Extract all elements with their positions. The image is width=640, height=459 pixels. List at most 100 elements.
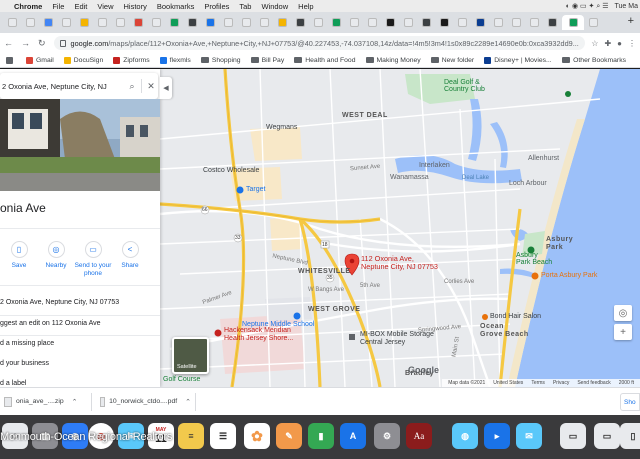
browser-tab[interactable] — [76, 15, 93, 30]
collapse-panel-button[interactable]: ◀ — [160, 77, 172, 99]
browser-tab[interactable] — [562, 15, 584, 30]
pages-icon[interactable]: ✎ — [276, 423, 302, 449]
my-location-button[interactable]: ◎ — [614, 305, 632, 321]
menu-file[interactable]: File — [52, 2, 64, 11]
new-tab-button[interactable]: + — [628, 15, 634, 27]
privacy-link[interactable]: Privacy — [553, 380, 569, 386]
lock-icon[interactable] — [59, 39, 66, 47]
mail-app-icon[interactable]: ✉ — [516, 423, 542, 449]
browser-tab[interactable] — [418, 15, 435, 30]
search-icon[interactable]: ⌕ — [125, 81, 139, 92]
zoom-app-icon[interactable]: ▸ — [484, 423, 510, 449]
document-thumbnail-icon[interactable]: ▭ — [560, 423, 586, 449]
menu-view[interactable]: View — [97, 2, 113, 11]
profile-icon[interactable]: ● — [617, 39, 622, 48]
browser-tab[interactable] — [184, 15, 201, 30]
app-store-icon[interactable]: A — [340, 423, 366, 449]
add-business-link[interactable]: d your business — [0, 360, 49, 367]
dictionary-icon[interactable]: Aa — [406, 423, 432, 449]
browser-tab[interactable] — [58, 15, 75, 30]
status-icons[interactable]: ◐ ◉ ▭ ✦ ⌕ ☰ — [566, 2, 609, 11]
browser-tab[interactable] — [4, 15, 21, 30]
browser-tab[interactable] — [526, 15, 543, 30]
browser-tab[interactable] — [544, 15, 561, 30]
browser-tab[interactable] — [112, 15, 129, 30]
suggest-edit-link[interactable]: ggest an edit on 112 Oxonia Ave — [0, 320, 101, 327]
browser-tab[interactable] — [220, 15, 237, 30]
share-button[interactable]: < Share — [111, 241, 149, 270]
bookmark-disney-plus[interactable]: Disney+ | Movies... — [484, 56, 552, 64]
star-icon[interactable]: ☆ — [591, 39, 598, 48]
chevron-up-icon[interactable]: ⌃ — [72, 398, 78, 406]
reload-icon[interactable]: ↻ — [38, 38, 46, 49]
bookmark-folder-health-food[interactable]: Health and Food — [294, 57, 356, 64]
browser-tab[interactable] — [436, 15, 453, 30]
menu-tab[interactable]: Tab — [239, 2, 251, 11]
browser-tab[interactable] — [238, 15, 255, 30]
add-missing-place-link[interactable]: d a missing place — [0, 340, 54, 347]
notes-icon[interactable]: ≡ — [178, 423, 204, 449]
zoom-in-button[interactable]: + — [614, 324, 632, 340]
photos-icon[interactable]: ✿ — [244, 423, 270, 449]
menu-chrome[interactable]: Chrome — [14, 2, 42, 11]
menu-window[interactable]: Window — [261, 2, 288, 11]
scale-bar[interactable]: 2000 ft — [619, 380, 634, 386]
map-label-portofino[interactable]: Porta Asbury Park — [541, 272, 597, 279]
bookmark-folder-bill-pay[interactable]: Bill Pay — [250, 57, 284, 64]
browser-tab[interactable] — [94, 15, 111, 30]
save-button[interactable]: ▯ Save — [0, 241, 38, 270]
menu-clock[interactable]: Tue Ma — [615, 3, 638, 10]
browser-tab[interactable] — [382, 15, 399, 30]
system-preferences-icon[interactable]: ⚙ — [374, 423, 400, 449]
browser-tab[interactable] — [490, 15, 507, 30]
browser-tab[interactable] — [148, 15, 165, 30]
download-item[interactable]: 10_norwick_ctdo....pdf ⌃ — [96, 392, 196, 411]
show-all-button[interactable]: Sho — [620, 393, 640, 411]
nearby-button[interactable]: ◎ Nearby — [37, 241, 75, 270]
browser-tab[interactable] — [22, 15, 39, 30]
street-view-photo[interactable] — [0, 99, 160, 191]
trash-icon[interactable]: ▯ — [620, 423, 640, 449]
search-input[interactable]: 2 Oxonia Ave, Neptune City, NJ — [2, 82, 125, 91]
menu-bookmarks[interactable]: Bookmarks — [157, 2, 195, 11]
forward-icon[interactable]: → — [21, 38, 30, 48]
browser-tab[interactable] — [364, 15, 381, 30]
send-to-phone-button[interactable]: ▭ Send to your phone — [74, 241, 112, 277]
network-app-icon[interactable]: ◍ — [452, 423, 478, 449]
extension-icon[interactable]: ✚ — [604, 39, 611, 48]
map-label-hackensack[interactable]: Hackensack Meridian Health Jersey Shore.… — [224, 327, 293, 343]
kebab-menu-icon[interactable]: ⋮ — [628, 39, 636, 48]
bookmark-flexmls[interactable]: flexmls — [159, 56, 191, 64]
browser-tab[interactable] — [454, 15, 471, 30]
map-pin-label[interactable]: 112 Oxonia Ave, Neptune City, NJ 07753 — [361, 255, 438, 271]
close-icon[interactable]: ✕ — [144, 81, 158, 92]
browser-tab[interactable] — [346, 15, 363, 30]
browser-tab[interactable] — [256, 15, 273, 30]
numbers-icon[interactable]: ▮ — [308, 423, 334, 449]
browser-tab[interactable] — [472, 15, 489, 30]
reminders-icon[interactable]: ☰ — [210, 423, 236, 449]
bookmark-docusign[interactable]: DocuSign — [63, 56, 103, 64]
bookmark-folder-making-money[interactable]: Making Money — [365, 57, 421, 64]
menu-profiles[interactable]: Profiles — [204, 2, 229, 11]
browser-tab[interactable] — [40, 15, 57, 30]
menu-help[interactable]: Help — [298, 2, 313, 11]
map-label-bond-hair[interactable]: Bond Hair Salon — [490, 313, 541, 320]
menu-history[interactable]: History — [124, 2, 147, 11]
map-label-asbury-beach[interactable]: Asbury Park Beach — [516, 252, 552, 266]
browser-tab[interactable] — [328, 15, 345, 30]
browser-tab[interactable] — [202, 15, 219, 30]
browser-tab[interactable] — [166, 15, 183, 30]
browser-tab[interactable] — [274, 15, 291, 30]
browser-tab[interactable] — [585, 15, 602, 30]
address-row[interactable]: 2 Oxonia Ave, Neptune City, NJ 07753 — [0, 299, 119, 306]
other-bookmarks[interactable]: Other Bookmarks — [562, 57, 626, 64]
apps-icon[interactable] — [6, 56, 16, 64]
map-label-wegmans[interactable]: Wegmans — [266, 124, 297, 131]
map-label-target[interactable]: Target — [246, 186, 265, 193]
bookmark-zipforms[interactable]: Zipforms — [113, 56, 150, 64]
back-icon[interactable]: ← — [4, 38, 13, 48]
address-bar[interactable]: google.com/maps/place/112+Oxonia+Ave,+Ne… — [53, 36, 586, 50]
map-label-deal-golf[interactable]: Deal Golf & Country Club — [444, 79, 485, 93]
browser-tab[interactable] — [130, 15, 147, 30]
